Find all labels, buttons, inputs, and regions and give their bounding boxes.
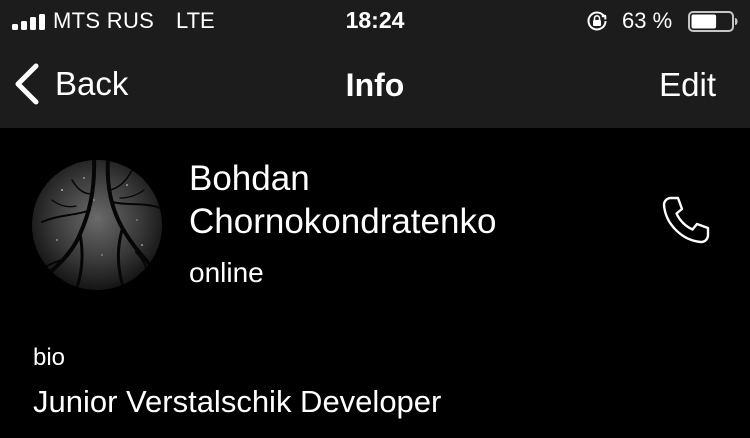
phone-icon[interactable] [660, 194, 712, 246]
page-title: Info [345, 67, 405, 103]
bio-label: bio [33, 344, 66, 371]
online-status: online [189, 257, 264, 288]
avatar-image [32, 160, 162, 290]
battery-percentage: 63 % [622, 8, 673, 33]
navigation-bar: Back Info Edit [0, 42, 750, 128]
edit-button[interactable]: Edit [659, 66, 716, 104]
top-bars: MTS RUS LTE 18:24 63 % Back Info Edit [0, 0, 750, 128]
bio-text: Junior Verstalschik Developer [33, 384, 442, 419]
avatar[interactable] [32, 160, 162, 290]
contact-last-name: Chornokondratenko [189, 202, 497, 241]
contact-name: Bohdan Chornokondratenko [189, 157, 609, 243]
contact-first-name: Bohdan [189, 159, 310, 198]
status-bar: MTS RUS LTE 18:24 63 % [0, 0, 750, 42]
battery-icon [688, 11, 738, 32]
orientation-lock-icon [587, 11, 607, 31]
profile-info-screen: MTS RUS LTE 18:24 63 % Back Info Edit Bo… [0, 0, 750, 438]
